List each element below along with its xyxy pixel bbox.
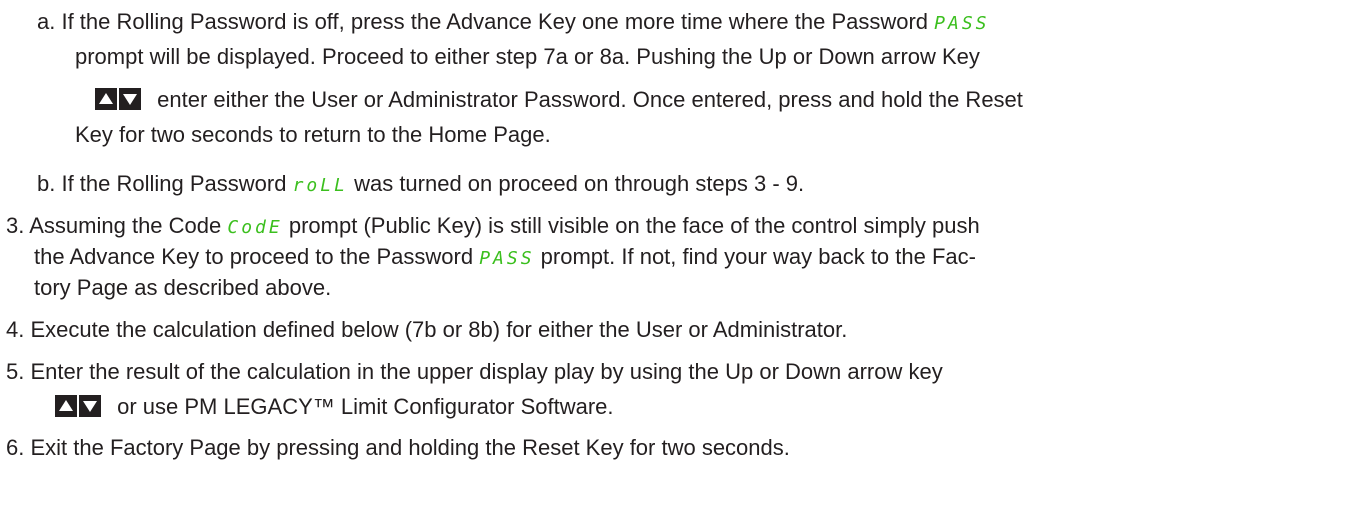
step-2a-text-1: a. If the Rolling Password is off, press… [37, 9, 929, 34]
code-prompt-code: CodE [227, 217, 283, 238]
step-2a-text-4: Key for two seconds to return to the Hom… [75, 122, 551, 147]
step-2a-text-3: enter either the User or Administrator P… [157, 87, 1023, 112]
password-prompt-code-2: PASS [479, 248, 535, 269]
step-2a-line-4: Key for two seconds to return to the Hom… [75, 121, 551, 149]
step-6-line: 6. Exit the Factory Page by pressing and… [6, 434, 790, 462]
up-arrow-key-icon [55, 395, 77, 417]
down-arrow-key-icon [79, 395, 101, 417]
step-3-text-2-post: prompt. If not, find your way back to th… [540, 244, 976, 269]
step-2b-line: b. If the Rolling Password roLL was turn… [37, 170, 804, 200]
step-2b-text-post: was turned on proceed on through steps 3… [354, 171, 805, 196]
down-arrow-key-icon [119, 88, 141, 110]
step-3-text-2-pre: the Advance Key to proceed to the Passwo… [34, 244, 474, 269]
step-3-line-2: the Advance Key to proceed to the Passwo… [34, 243, 976, 273]
step-3-text-post: prompt (Public Key) is still visible on … [288, 213, 980, 238]
step-3-line-1: 3. Assuming the Code CodE prompt (Public… [6, 212, 980, 242]
step-3-text-3: tory Page as described above. [34, 275, 332, 300]
step-2a-line-3: enter either the User or Administrator P… [95, 86, 1023, 117]
step-6-text: 6. Exit the Factory Page by pressing and… [6, 435, 790, 460]
step-4-text: 4. Execute the calculation defined below… [6, 317, 848, 342]
up-arrow-key-icon [95, 88, 117, 110]
step-2b-text-pre: b. If the Rolling Password [37, 171, 287, 196]
step-4-line: 4. Execute the calculation defined below… [6, 316, 847, 344]
step-3-line-3: tory Page as described above. [34, 274, 331, 302]
step-5-line-1: 5. Enter the result of the calculation i… [6, 358, 943, 386]
arrow-keys [95, 88, 143, 117]
step-5-line-2: or use PM LEGACY™ Limit Configurator Sof… [55, 393, 614, 424]
password-prompt-code: PASS [934, 13, 990, 34]
arrow-keys-2 [55, 395, 103, 424]
step-3-text-pre: 3. Assuming the Code [6, 213, 222, 238]
step-5-text-2: or use PM LEGACY™ Limit Configurator Sof… [117, 394, 614, 419]
step-5-text-1: 5. Enter the result of the calculation i… [6, 359, 943, 384]
rolling-prompt-code: roLL [292, 175, 348, 196]
instruction-page: a. If the Rolling Password is off, press… [0, 0, 1362, 506]
step-2a-text-2: prompt will be displayed. Proceed to eit… [75, 44, 980, 69]
step-2a-line-2: prompt will be displayed. Proceed to eit… [75, 43, 980, 71]
step-2a-line-1: a. If the Rolling Password is off, press… [37, 8, 990, 38]
